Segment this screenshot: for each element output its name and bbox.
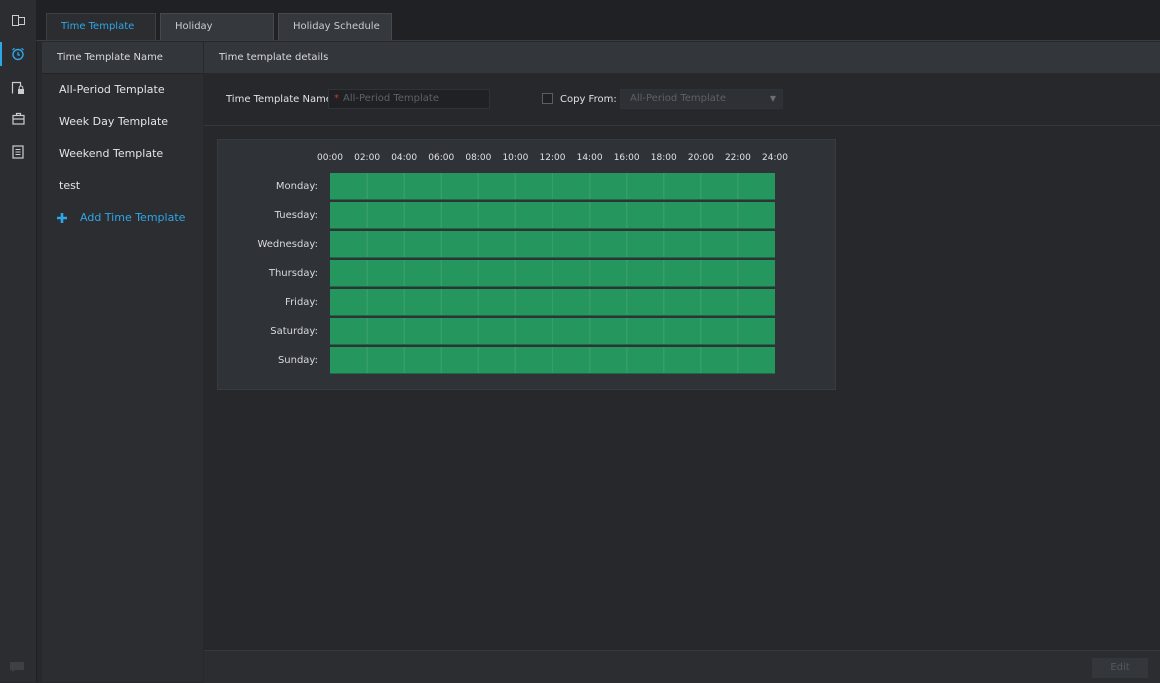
- copy-from-checkbox[interactable]: [542, 93, 553, 104]
- day-label: Saturday:: [270, 326, 318, 337]
- day-schedule-bar[interactable]: [330, 202, 775, 229]
- tab-holiday[interactable]: Holiday: [160, 13, 274, 40]
- template-list-header: Time Template Name: [42, 42, 203, 74]
- tab-bar: Time Template Holiday Holiday Schedule: [36, 0, 1160, 41]
- hour-tick-label: 10:00: [502, 153, 529, 163]
- plus-icon: [54, 213, 70, 223]
- footer-bar: Edit: [204, 650, 1160, 683]
- day-label: Thursday:: [268, 268, 318, 279]
- hour-tick-label: 12:00: [539, 153, 566, 163]
- day-label: Sunday:: [277, 355, 318, 366]
- day-schedule-bar[interactable]: [330, 347, 775, 374]
- day-label: Friday:: [285, 297, 318, 308]
- copy-from-value: All-Period Template: [630, 93, 726, 104]
- hour-tick-label: 24:00: [762, 153, 788, 163]
- tab-time-template[interactable]: Time Template: [46, 13, 156, 40]
- dual-window-icon[interactable]: [0, 6, 36, 34]
- alarm-clock-icon[interactable]: [0, 40, 36, 68]
- hour-tick-label: 14:00: [576, 153, 603, 163]
- weekly-schedule-grid: 00:00 02:00 04:00 06:00 08:00 10:00 12:00 14:00…: [217, 139, 836, 390]
- template-item-all-period[interactable]: All-Period Template: [42, 74, 203, 106]
- day-schedule-bar[interactable]: [330, 231, 775, 258]
- hour-tick-label: 02:00: [354, 153, 381, 163]
- template-name-placeholder: All-Period Template: [343, 93, 439, 104]
- device-lock-icon[interactable]: [0, 74, 36, 102]
- template-item-week-day[interactable]: Week Day Template: [42, 106, 203, 138]
- hour-tick-label: 20:00: [687, 153, 714, 163]
- edit-button[interactable]: Edit: [1092, 658, 1148, 678]
- template-details-panel: Time template details Time Template Name…: [204, 42, 1160, 682]
- hour-tick-label: 18:00: [650, 153, 677, 163]
- chevron-down-icon: ▼: [769, 94, 776, 103]
- details-form: Time Template Name: * All-Period Templat…: [204, 73, 1160, 126]
- hour-axis: 00:00 02:00 04:00 06:00 08:00 10:00 12:00 14:00…: [218, 140, 835, 170]
- hour-tick-label: 06:00: [428, 153, 455, 163]
- day-schedule-bar[interactable]: [330, 318, 775, 345]
- day-schedule-bar[interactable]: [330, 173, 775, 200]
- day-label: Monday:: [275, 181, 318, 192]
- hour-tick-label: 00:00: [317, 153, 343, 163]
- template-name-label: Time Template Name:: [226, 94, 336, 105]
- hour-tick-label: 04:00: [391, 153, 418, 163]
- template-item-test[interactable]: test: [42, 170, 203, 202]
- hour-tick-label: 22:00: [724, 153, 751, 163]
- chat-icon[interactable]: [10, 662, 24, 675]
- add-time-template-label: Add Time Template: [80, 211, 186, 224]
- required-marker: *: [334, 93, 339, 104]
- icon-rail: [0, 0, 37, 682]
- template-list-panel: Time Template Name All-Period Template W…: [42, 42, 203, 682]
- copy-from-select[interactable]: All-Period Template ▼: [620, 89, 783, 109]
- add-time-template-button[interactable]: Add Time Template: [42, 202, 203, 234]
- briefcase-icon[interactable]: [0, 104, 36, 132]
- day-schedule-bar[interactable]: [330, 260, 775, 287]
- template-name-input[interactable]: * All-Period Template: [328, 89, 490, 109]
- template-item-weekend[interactable]: Weekend Template: [42, 138, 203, 170]
- day-label: Tuesday:: [274, 210, 318, 221]
- hour-tick-label: 16:00: [613, 153, 640, 163]
- day-label: Wednesday:: [257, 239, 318, 250]
- hour-tick-label: 08:00: [465, 153, 492, 163]
- copy-from-label: Copy From:: [560, 94, 617, 105]
- details-header: Time template details: [204, 42, 1160, 73]
- day-schedule-bar[interactable]: [330, 289, 775, 316]
- document-list-icon[interactable]: [0, 138, 36, 166]
- tab-holiday-schedule[interactable]: Holiday Schedule: [278, 13, 392, 40]
